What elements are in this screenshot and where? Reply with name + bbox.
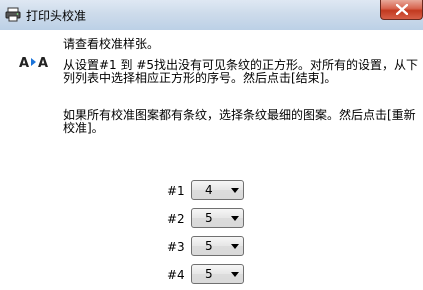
instruction-text: 从设置#1 到 #5找出没有可见条纹的正方形。对所有的设置，从下列列表中选择相应… bbox=[63, 58, 419, 85]
instruction-heading: 请查看校准样张。 bbox=[63, 37, 160, 51]
setting-label: #3 bbox=[167, 240, 185, 254]
close-icon bbox=[396, 4, 408, 15]
setting-4-select[interactable]: 5 bbox=[191, 264, 244, 284]
title-bar[interactable]: 打印头校准 bbox=[0, 0, 423, 30]
setting-4-value: 5 bbox=[205, 267, 213, 281]
setting-label: #2 bbox=[167, 212, 185, 226]
setting-2-value: 5 bbox=[205, 211, 213, 225]
setting-label: #4 bbox=[167, 268, 185, 282]
window-title: 打印头校准 bbox=[26, 9, 87, 23]
chevron-down-icon bbox=[231, 216, 239, 221]
setting-label: #1 bbox=[167, 184, 185, 198]
setting-3-value: 5 bbox=[205, 239, 213, 253]
chevron-down-icon bbox=[231, 244, 239, 249]
chevron-down-icon bbox=[231, 188, 239, 193]
svg-text:A: A bbox=[38, 56, 48, 69]
chevron-down-icon bbox=[231, 272, 239, 277]
alignment-icon: A A bbox=[19, 55, 53, 71]
instruction-note: 如果所有校准图案都有条纹，选择条纹最细的图案。然后点击[重新校准]。 bbox=[63, 108, 416, 135]
setting-2-select[interactable]: 5 bbox=[191, 208, 244, 228]
printer-app-icon bbox=[5, 7, 21, 22]
close-button[interactable] bbox=[380, 0, 423, 20]
setting-3-select[interactable]: 5 bbox=[191, 236, 244, 256]
svg-text:A: A bbox=[19, 56, 29, 69]
setting-1-value: 4 bbox=[205, 183, 213, 197]
dialog-content: A A 请查看校准样张。 从设置#1 到 #5找出没有可见条纹的正方形。对所有的… bbox=[0, 30, 423, 290]
setting-1-select[interactable]: 4 bbox=[191, 180, 244, 200]
